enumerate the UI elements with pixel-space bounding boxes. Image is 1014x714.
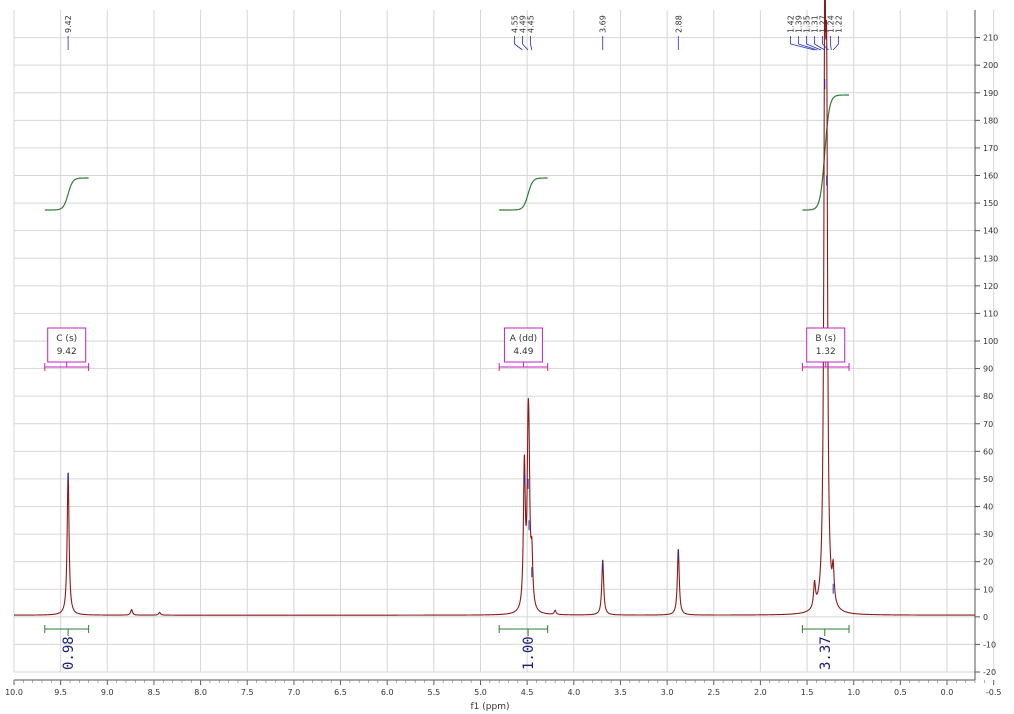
x-tick-label: 8.0 <box>194 688 207 697</box>
peak-label: 2.88 <box>674 15 683 33</box>
y-tick-label: 170 <box>983 144 998 153</box>
peak-label: 9.42 <box>64 15 73 33</box>
x-tick-label: 3.0 <box>661 688 674 697</box>
y-tick-label: 130 <box>983 254 998 263</box>
y-tick-label: 150 <box>983 199 998 208</box>
x-tick-label: -0.5 <box>986 688 1002 697</box>
y-tick-label: 110 <box>983 309 998 318</box>
y-tick-label: 160 <box>983 172 998 181</box>
multiplet-shift: 1.32 <box>816 347 836 357</box>
y-tick-label: 80 <box>983 392 993 401</box>
y-tick-label: 0 <box>983 613 988 622</box>
y-tick-label: 140 <box>983 227 998 236</box>
x-tick-label: 7.0 <box>288 688 301 697</box>
x-tick-label: 7.5 <box>241 688 254 697</box>
x-tick-label: 5.0 <box>474 688 487 697</box>
multiplet-shift: 9.42 <box>57 347 77 357</box>
y-tick-label: 190 <box>983 89 998 98</box>
x-tick-label: 0.5 <box>894 688 907 697</box>
y-tick-label: 200 <box>983 61 998 70</box>
x-tick-label: 4.5 <box>521 688 534 697</box>
nmr-spectrum-chart: 9.42 4.55 4.49 4.45 3.69 2.88 1.42 1.39 1.35 1.31… <box>0 0 1014 714</box>
multiplet-shift: 4.49 <box>513 347 533 357</box>
x-tick-label: 6.5 <box>334 688 347 697</box>
x-tick-label: 2.0 <box>754 688 767 697</box>
x-axis-title: f1 (ppm) <box>471 702 510 712</box>
x-tick-label: 2.5 <box>707 688 720 697</box>
y-tick-label: 20 <box>983 558 993 567</box>
y-tick-label: 70 <box>983 420 993 429</box>
multiplet-name: A (dd) <box>510 334 537 344</box>
y-tick-label: 60 <box>983 447 993 456</box>
y-tick-label: 10 <box>983 585 993 594</box>
y-tick-label: 30 <box>983 530 993 539</box>
x-tick-label: 5.5 <box>427 688 440 697</box>
y-tick-label: -10 <box>983 640 996 649</box>
x-tick-label: 6.0 <box>381 688 394 697</box>
y-tick-label: 120 <box>983 282 998 291</box>
y-tick-label: 50 <box>983 475 993 484</box>
y-tick-label: 210 <box>983 34 998 43</box>
multiplet-name: B (s) <box>815 334 836 344</box>
integral-value: 1.00 <box>521 636 537 670</box>
x-tick-label: 9.0 <box>101 688 114 697</box>
x-tick-label: 10.0 <box>5 688 23 697</box>
peak-label: 1.22 <box>835 15 844 33</box>
x-tick-label: 0.0 <box>941 688 954 697</box>
x-tick-label: 1.0 <box>847 688 860 697</box>
integral-value: 3.37 <box>818 636 834 670</box>
x-tick-label: 1.5 <box>801 688 814 697</box>
x-tick-label: 3.5 <box>614 688 627 697</box>
y-tick-label: 180 <box>983 116 998 125</box>
y-tick-label: 100 <box>983 337 998 346</box>
integral-value: 0.98 <box>61 636 77 670</box>
x-tick-label: 8.5 <box>148 688 161 697</box>
peak-label: 3.69 <box>599 15 608 33</box>
peak-label: 4.45 <box>526 15 535 33</box>
y-tick-label: 40 <box>983 503 993 512</box>
multiplet-name: C (s) <box>56 334 77 344</box>
x-tick-label: 9.5 <box>54 688 67 697</box>
y-tick-label: 90 <box>983 365 993 374</box>
x-tick-label: 4.0 <box>567 688 580 697</box>
y-tick-label: -20 <box>983 668 996 677</box>
